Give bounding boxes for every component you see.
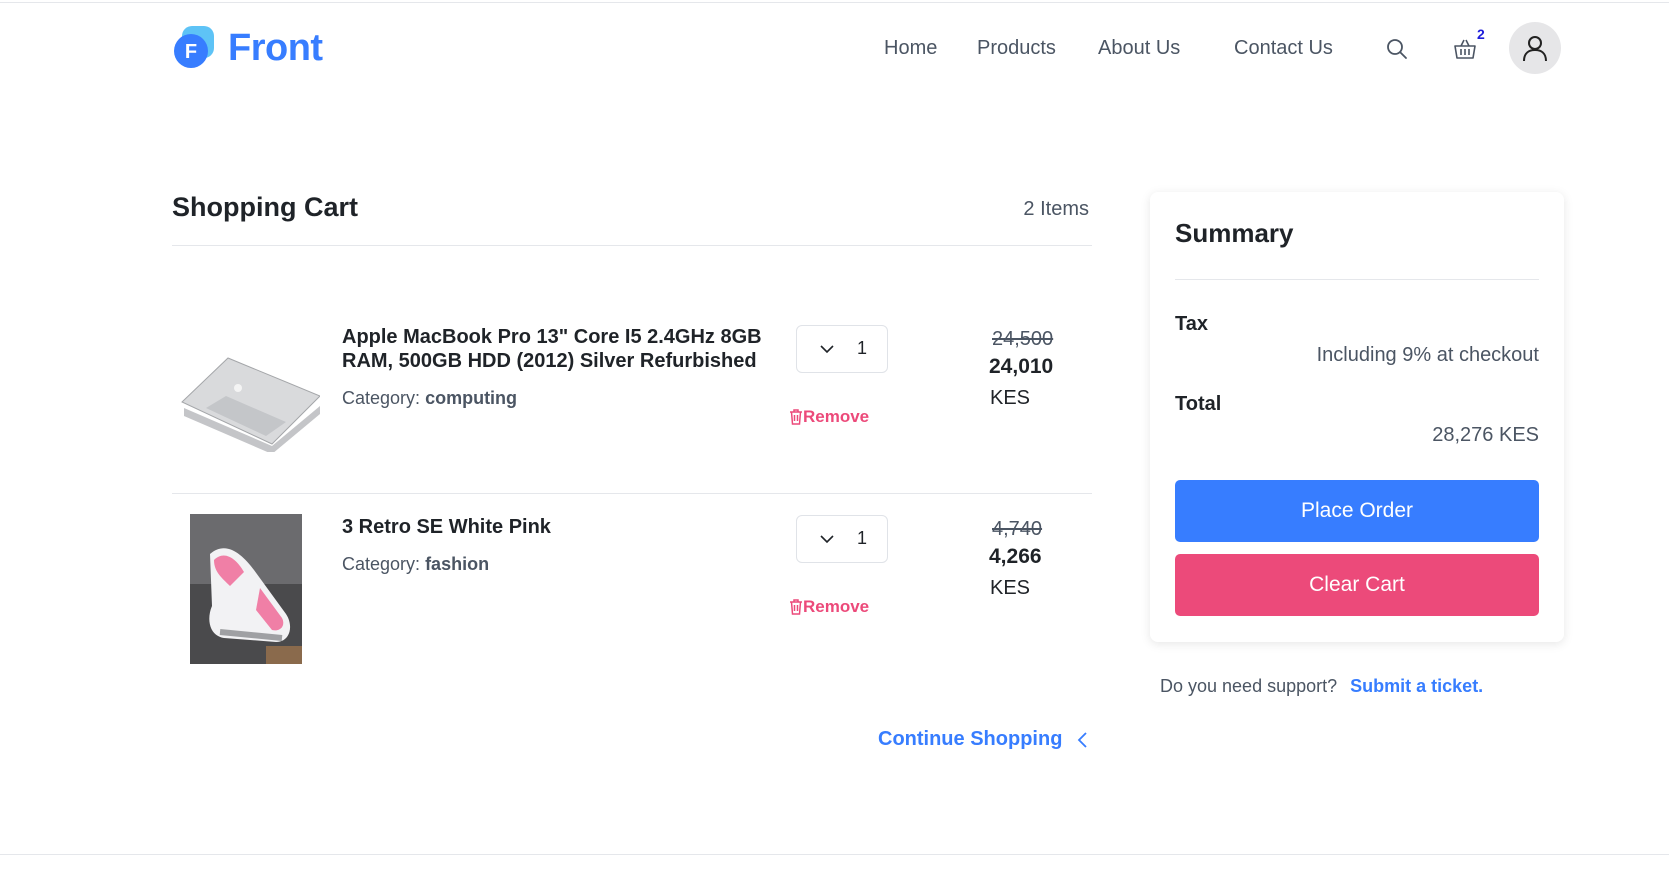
site-header: F Front Home Products About Us Contact U… <box>0 0 1669 96</box>
support-question: Do you need support? <box>1160 676 1338 696</box>
chevron-down-icon <box>820 535 834 544</box>
cart-header-divider <box>172 245 1092 246</box>
chevron-down-icon <box>820 345 834 354</box>
quantity-value: 1 <box>857 528 868 548</box>
discounted-price: 24,010 <box>989 355 1054 378</box>
nav-about-us[interactable]: About Us <box>1098 30 1180 66</box>
original-price: 24,500 <box>992 328 1054 350</box>
place-order-button[interactable]: Place Order <box>1175 480 1539 542</box>
logo-icon: F <box>172 26 216 70</box>
total-value: 28,276 KES <box>1432 424 1539 446</box>
tax-label: Tax <box>1175 313 1208 335</box>
product-name[interactable]: 3 Retro SE White Pink <box>342 515 772 539</box>
search-icon[interactable] <box>1382 34 1412 64</box>
product-image-sneaker[interactable] <box>190 514 302 664</box>
product-category: Category: fashion <box>342 554 489 575</box>
price-currency: KES <box>990 387 1031 409</box>
product-image-macbook[interactable] <box>176 352 321 454</box>
footer-divider <box>0 854 1669 855</box>
quantity-select[interactable]: 1 <box>796 325 888 373</box>
logo-letter: F <box>185 41 197 63</box>
support-prompt: Do you need support? Submit a ticket. <box>1160 676 1483 697</box>
remove-button[interactable]: Remove <box>789 597 869 617</box>
order-summary-card: Summary Tax Including 9% at checkout Tot… <box>1150 192 1564 642</box>
category-label: Category: <box>342 554 421 574</box>
nav-home[interactable]: Home <box>884 30 937 66</box>
nav-contact-us[interactable]: Contact Us <box>1234 30 1333 66</box>
category-value[interactable]: computing <box>425 388 517 408</box>
chevron-left-icon <box>1078 731 1088 748</box>
discounted-price: 4,266 <box>989 545 1042 568</box>
brand-logo[interactable]: F Front <box>172 24 323 72</box>
submit-ticket-link[interactable]: Submit a ticket. <box>1350 676 1483 696</box>
user-icon <box>1523 36 1547 62</box>
summary-title: Summary <box>1175 218 1294 248</box>
original-price: 4,740 <box>992 518 1043 540</box>
continue-shopping-link[interactable]: Continue Shopping <box>878 728 1090 751</box>
remove-button[interactable]: Remove <box>789 407 869 427</box>
quantity-value: 1 <box>857 338 868 358</box>
continue-shopping-label: Continue Shopping <box>878 728 1063 750</box>
total-label: Total <box>1175 393 1222 415</box>
quantity-select[interactable]: 1 <box>796 515 888 563</box>
summary-divider <box>1175 279 1539 280</box>
price-currency: KES <box>990 577 1031 599</box>
category-label: Category: <box>342 388 421 408</box>
tax-value: Including 9% at checkout <box>1316 344 1539 366</box>
category-value[interactable]: fashion <box>425 554 489 574</box>
basket-icon[interactable] <box>1450 34 1480 64</box>
remove-label: Remove <box>803 407 870 426</box>
trash-icon <box>790 599 802 615</box>
cart-item-divider <box>172 493 1092 494</box>
remove-label: Remove <box>803 597 870 616</box>
cart-title: Shopping Cart <box>172 192 358 222</box>
cart-items-count: 2 Items <box>1023 198 1089 220</box>
cart-count-badge: 2 <box>1477 26 1485 42</box>
avatar[interactable] <box>1509 22 1561 74</box>
nav-products[interactable]: Products <box>977 30 1056 66</box>
product-category: Category: computing <box>342 388 517 409</box>
clear-cart-button[interactable]: Clear Cart <box>1175 554 1539 616</box>
brand-name: Front <box>228 26 323 69</box>
trash-icon <box>790 409 802 425</box>
product-name[interactable]: Apple MacBook Pro 13" Core I5 2.4GHz 8GB… <box>342 325 772 373</box>
